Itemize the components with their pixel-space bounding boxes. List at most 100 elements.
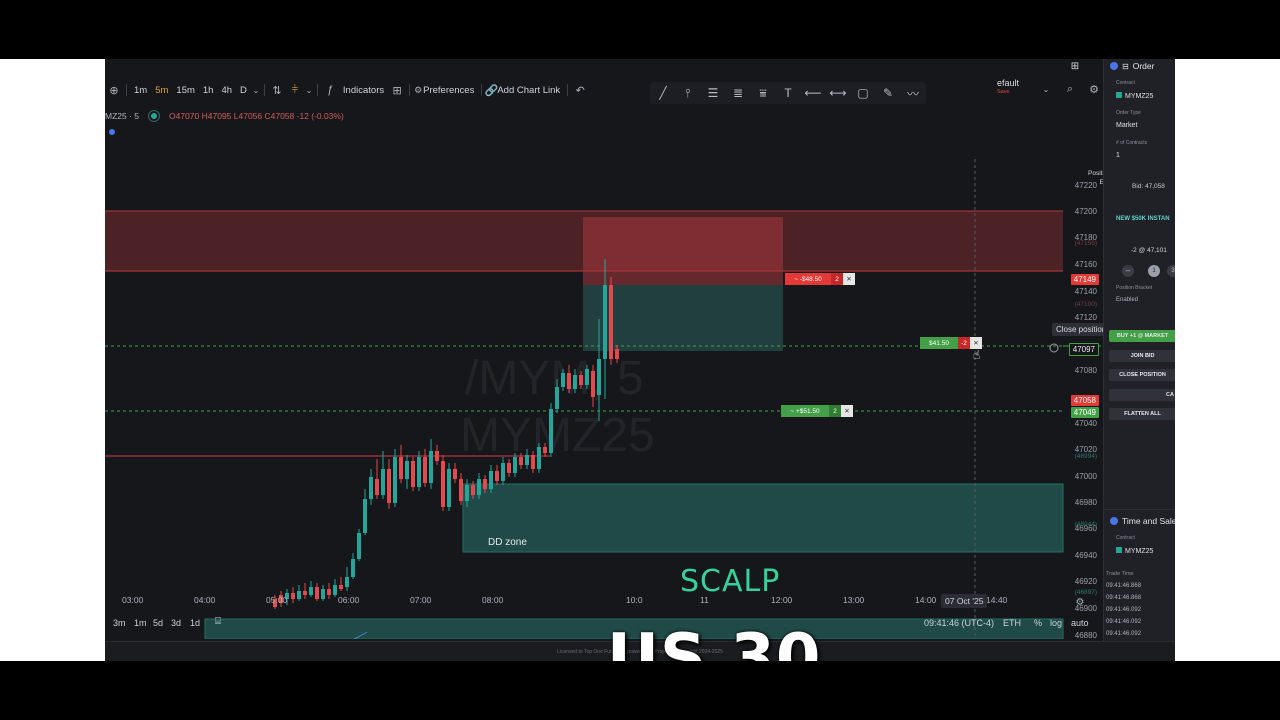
timeframe-d[interactable]: D (236, 80, 251, 100)
chart-toolbar: ⊕ 1m 5m 15m 1h 4h D ⌄ ⇅ ⫩ ⌄ ƒ Indicators… (105, 80, 1105, 100)
contracts-input[interactable]: 1 (1116, 152, 1120, 159)
candle (531, 455, 535, 469)
trade-time-row: 09:41:46.092 (1106, 631, 1142, 637)
candle (345, 577, 349, 587)
price-chart[interactable]: /MYM, 5 MYMZ25 DD zone (105, 99, 1175, 639)
trade-time-row: 09:41:46.092 (1106, 619, 1142, 625)
range-3d[interactable]: 3d (171, 618, 181, 628)
clock: 09:41:46 (UTC-4) (924, 618, 995, 628)
link-icon[interactable]: 🔗 (485, 81, 499, 99)
timeframe-15m[interactable]: 15m (172, 80, 198, 100)
order-panel: ⊟ Order Contract MYMZ25 Order Type Marke… (1103, 59, 1175, 641)
grid-layout-icon[interactable]: ⊞ (388, 81, 406, 99)
auto-button[interactable]: auto (1071, 618, 1089, 628)
candle (453, 469, 457, 479)
candle (459, 479, 463, 501)
timeframe-4h[interactable]: 4h (217, 80, 236, 100)
candle (597, 359, 601, 395)
order-type-select[interactable]: Market (1116, 122, 1137, 129)
range-5d[interactable]: 5d (153, 618, 163, 628)
candle (489, 471, 493, 489)
gear-icon[interactable]: ⚙ (1086, 80, 1102, 98)
candle (339, 585, 343, 589)
candle-type-icon[interactable]: ⫩ (286, 81, 304, 99)
watermark-line-2: MYMZ25 (460, 409, 655, 462)
range-1m[interactable]: 1m (134, 618, 147, 628)
candle (387, 469, 391, 503)
indicators-button[interactable]: Indicators (339, 80, 388, 100)
buy-market-button[interactable]: BUY +1 @ MARKET (1109, 330, 1175, 342)
candle (603, 285, 607, 359)
timeframe-1h[interactable]: 1h (199, 80, 218, 100)
dd-zone-label: DD zone (488, 537, 527, 548)
add-alert-icon (1049, 343, 1059, 353)
layout-save[interactable]: Save (997, 89, 1010, 95)
candle (477, 479, 481, 495)
order-panel-header: ⊟ Order (1110, 61, 1154, 71)
contract-select[interactable]: MYMZ25 (1116, 92, 1153, 100)
candle (579, 375, 583, 385)
chevron-down-icon[interactable]: ⌄ (304, 81, 314, 99)
stop-order-pnl[interactable]: ~ -$48.50 (785, 273, 831, 285)
compare-icon[interactable]: ⇅ (268, 81, 286, 99)
candle (609, 285, 613, 359)
close-icon[interactable]: ✕ (841, 405, 853, 417)
gear-icon[interactable]: ⚙ (1071, 593, 1089, 611)
position-pnl[interactable]: $41.50 (920, 337, 958, 349)
log-button[interactable]: log (1050, 618, 1062, 628)
timeframe-1m[interactable]: 1m (130, 80, 151, 100)
price-scale[interactable]: 47220 47200 47180 47160 (47156) 47140 47… (1063, 99, 1101, 640)
candle (519, 457, 523, 465)
position-qty: -2 (958, 337, 970, 349)
flatten-all-button[interactable]: FLATTEN ALL (1109, 408, 1175, 420)
bracket-select[interactable]: Enabled (1116, 297, 1138, 303)
candle (549, 409, 553, 453)
zoom-icon[interactable]: ⌕ (1062, 80, 1078, 98)
time-scale[interactable]: 03:00 04:00 05:00 06:00 07:00 08:00 10:0… (105, 593, 1065, 609)
ts-contract-select[interactable]: MYMZ25 (1116, 547, 1153, 555)
target-order-pnl[interactable]: ~ +$51.50 (781, 405, 829, 417)
chevron-down-icon[interactable]: ⌄ (251, 81, 261, 99)
candle (405, 461, 409, 479)
candle (507, 463, 511, 473)
close-icon[interactable]: ✕ (843, 273, 855, 285)
candle (393, 457, 397, 503)
candle (357, 533, 361, 559)
candle (381, 469, 385, 495)
plus-button[interactable]: 3 (1167, 265, 1175, 277)
minus-button[interactable]: – (1122, 265, 1134, 277)
target-order-bracket[interactable]: ~ +$51.50 2 ✕ (781, 405, 853, 417)
undo-icon[interactable]: ↶ (571, 81, 589, 99)
date-range-icon[interactable]: ⌸ (215, 616, 221, 627)
circle-icon (1110, 62, 1118, 70)
range-3m[interactable]: 3m (113, 618, 126, 628)
candle (573, 375, 577, 389)
session-button[interactable]: ETH (1003, 618, 1021, 628)
cancel-button[interactable]: CA (1109, 389, 1175, 401)
percent-button[interactable]: % (1034, 618, 1042, 628)
preferences-button[interactable]: Preferences (423, 80, 478, 100)
join-bid-button[interactable]: JOIN BID (1109, 350, 1175, 362)
stop-order-bracket[interactable]: ~ -$48.50 2 ✕ (785, 273, 855, 285)
candle (471, 485, 475, 495)
range-1d[interactable]: 1d (190, 618, 200, 628)
indicators-icon[interactable]: ƒ (321, 81, 339, 99)
candle (555, 387, 559, 409)
add-tab-icon[interactable]: ⊞ (1069, 59, 1081, 73)
add-chart-link-button[interactable]: Add Chart Link (497, 80, 564, 100)
chevron-down-icon[interactable]: ⌄ (1038, 80, 1054, 98)
account-name[interactable]: NEW $50K INSTAN (1116, 216, 1170, 222)
time-sales-header: Time and Sale (1110, 516, 1175, 526)
trade-time-row: 09:41:46.092 (1106, 607, 1142, 613)
candle (615, 349, 619, 359)
candle (591, 371, 595, 397)
overlay-scalp: SCALP (680, 564, 781, 599)
candle (483, 479, 487, 489)
price-tag-position: 47097 (1068, 343, 1099, 356)
timeframe-5m[interactable]: 5m (151, 80, 172, 100)
add-symbol-icon[interactable]: ⊕ (105, 81, 123, 99)
gear-icon[interactable]: ⚙ (413, 81, 423, 99)
candle (369, 477, 373, 499)
layout-name[interactable]: efault (997, 78, 1019, 88)
close-position-button[interactable]: CLOSE POSITION (1109, 369, 1175, 381)
